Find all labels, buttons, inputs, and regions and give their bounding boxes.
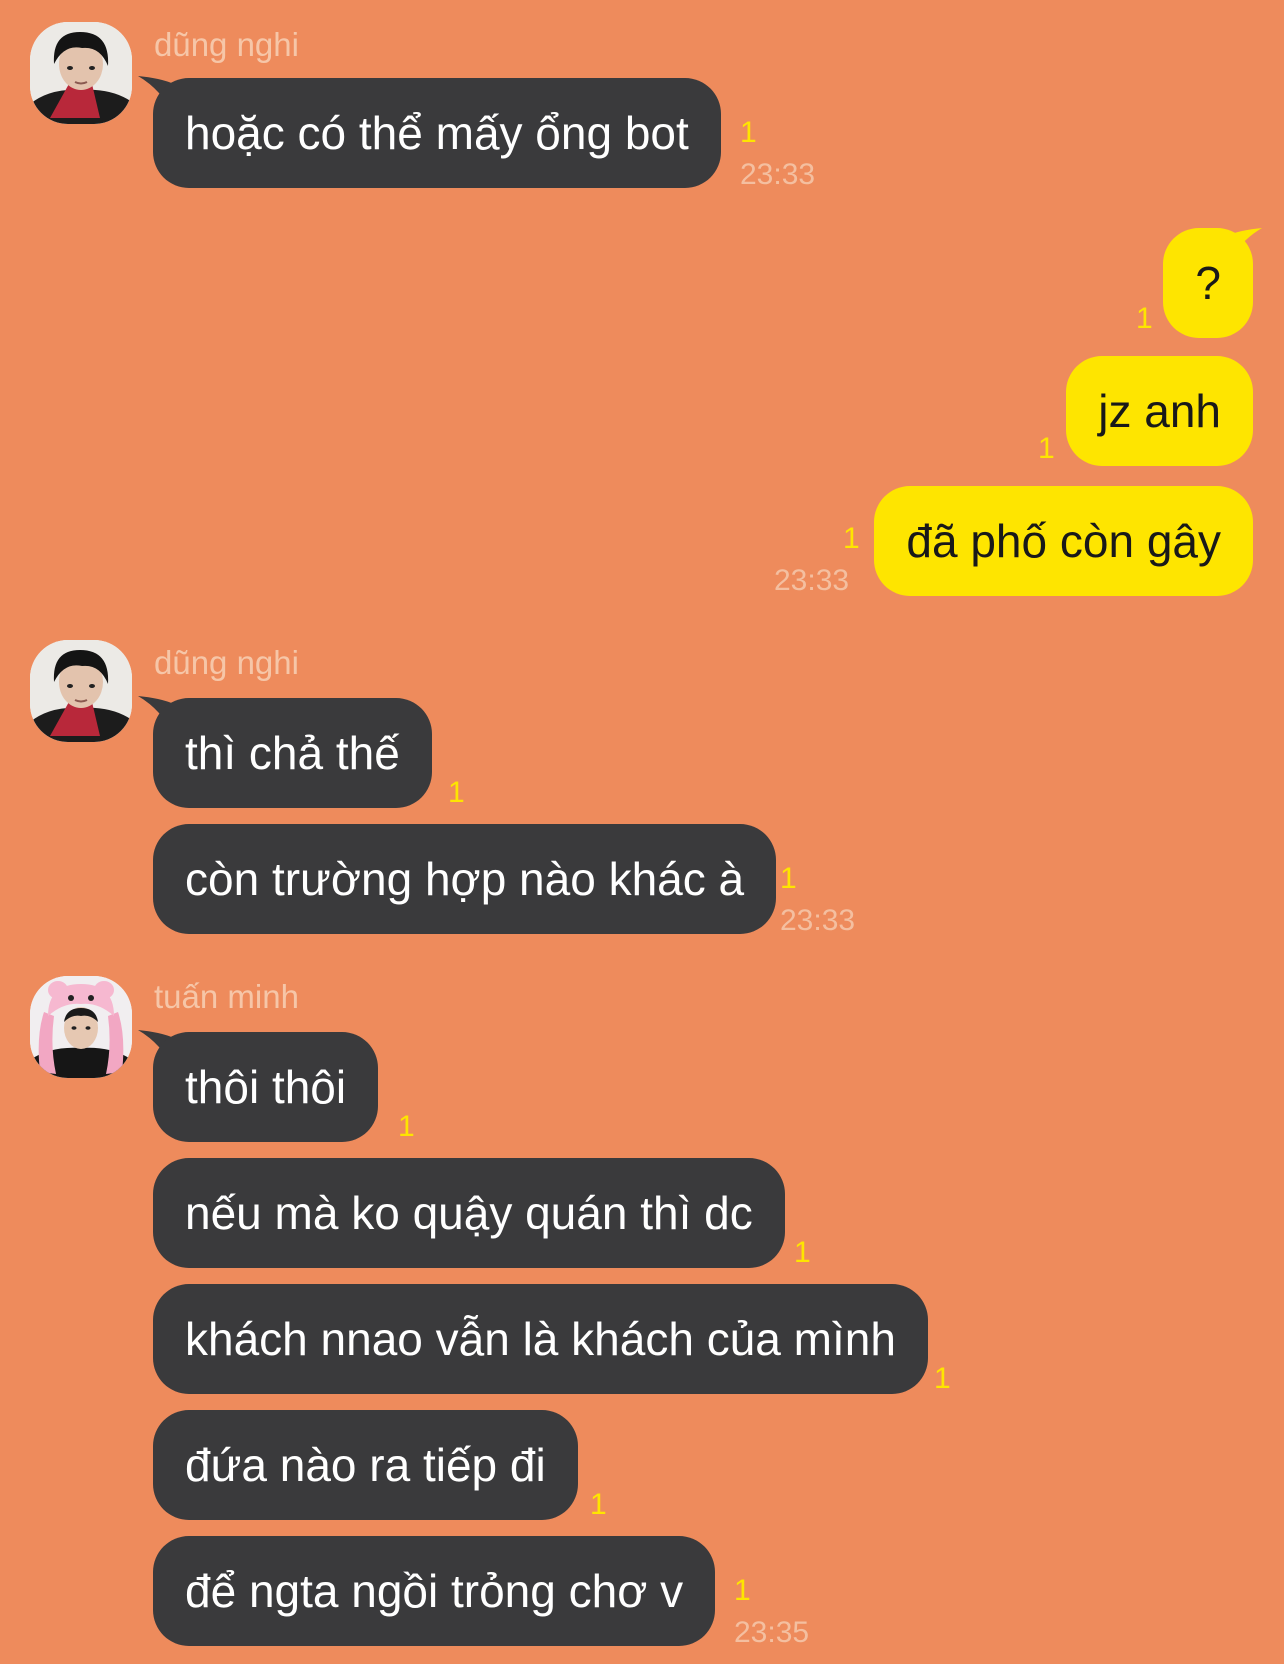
message-bubble-incoming[interactable]: nếu mà ko quậy quán thì dc — [153, 1158, 785, 1268]
message-bubble-incoming[interactable]: để ngta ngồi trỏng chơ v — [153, 1536, 716, 1646]
unread-count: 1 — [794, 1236, 811, 1269]
message-bubble-outgoing[interactable]: jz anh — [1066, 356, 1253, 466]
message-bubble-outgoing[interactable]: ? — [1163, 228, 1253, 338]
avatar-tuan-minh[interactable] — [30, 976, 132, 1078]
unread-count: 1 — [734, 1574, 751, 1607]
message-time: 23:33 — [774, 564, 850, 597]
sender-name: dũng nghi — [154, 644, 299, 681]
unread-count: 1 — [1038, 432, 1055, 465]
avatar-dung-nghi[interactable] — [30, 22, 132, 124]
message-bubble-incoming[interactable]: còn trường hợp nào khác à — [153, 824, 777, 934]
message-bubble-incoming[interactable]: hoặc có thể mấy ổng bot — [153, 78, 721, 188]
message-bubble-incoming[interactable]: thôi thôi — [153, 1032, 379, 1142]
message-bubble-incoming[interactable]: đứa nào ra tiếp đi — [153, 1410, 578, 1520]
message-bubble-incoming[interactable]: thì chả thế — [153, 698, 432, 808]
unread-count: 1 — [1136, 302, 1153, 335]
message-time: 23:33 — [780, 904, 856, 937]
message-time: 23:35 — [734, 1616, 810, 1649]
unread-count: 1 — [843, 522, 860, 555]
unread-count: 1 — [934, 1362, 951, 1395]
message-bubble-outgoing[interactable]: đã phố còn gây — [874, 486, 1253, 596]
sender-name: tuấn minh — [154, 978, 299, 1015]
unread-count: 1 — [590, 1488, 607, 1521]
unread-count: 1 — [780, 862, 797, 895]
unread-count: 1 — [398, 1110, 415, 1143]
message-bubble-incoming[interactable]: khách nnao vẫn là khách của mình — [153, 1284, 928, 1394]
message-time: 23:33 — [740, 158, 816, 191]
avatar-dung-nghi[interactable] — [30, 640, 132, 742]
unread-count: 1 — [448, 776, 465, 809]
sender-name: dũng nghi — [154, 26, 299, 63]
unread-count: 1 — [740, 116, 757, 149]
